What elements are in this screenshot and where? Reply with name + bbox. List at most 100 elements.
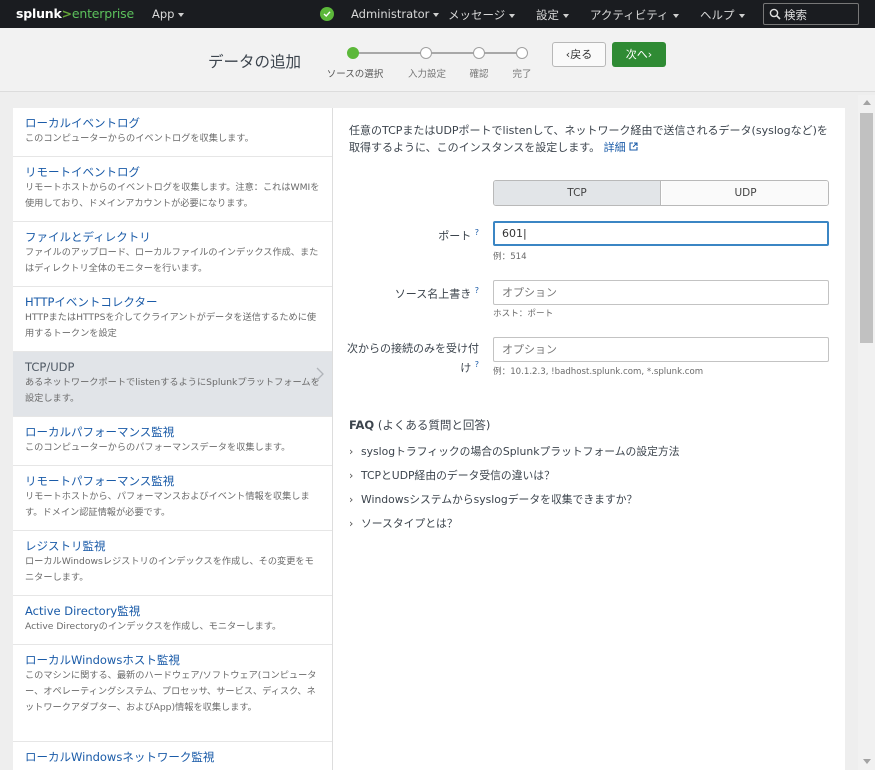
help-icon[interactable]: ?	[475, 286, 479, 295]
source-item-desc: リモートホストからのイベントログを収集します。注意：これはWMIを使用しており、…	[25, 182, 320, 209]
source-item-local-windows-network[interactable]: ローカルWindowsネットワーク監視	[13, 742, 332, 770]
chevron-right-icon: ›	[647, 48, 653, 61]
text-cursor: |	[523, 227, 527, 240]
accept-from-label: 次からの接続のみを受け付け ?	[339, 341, 479, 377]
scroll-up-icon[interactable]	[863, 100, 871, 105]
admin-menu[interactable]: Administrator	[351, 7, 440, 21]
step-label-review: 確認	[469, 69, 489, 80]
source-item-name: ローカルWindowsホスト監視	[25, 653, 180, 667]
settings-menu-label: 設定	[536, 8, 559, 22]
source-item-registry[interactable]: レジストリ監視 ローカルWindowsレジストリのインデックスを作成し、その変更…	[13, 531, 332, 596]
splunk-logo[interactable]: splunk>enterprise	[16, 6, 134, 21]
source-item-desc: ローカルWindowsレジストリのインデックスを作成し、その変更をモニターします…	[25, 556, 314, 583]
step-dot-select-source	[347, 47, 359, 59]
protocol-tcp-button[interactable]: TCP	[494, 181, 661, 205]
chevron-right-icon	[316, 366, 324, 385]
source-name-label: ソース名上書き ?	[339, 283, 479, 303]
source-item-desc: Active Directoryのインデックスを作成し、モニターします。	[25, 621, 282, 632]
page-title: データの追加	[208, 53, 302, 71]
faq-title-bold: FAQ	[349, 418, 375, 432]
faq-item[interactable]: › syslogトラフィックの場合のSplunkプラットフォームの設定方法	[349, 443, 680, 459]
chevron-down-icon	[178, 12, 185, 17]
source-item-name: ファイルとディレクトリ	[25, 230, 151, 244]
source-item-tcp-udp[interactable]: TCP/UDP あるネットワークポートでlistenするようにSplunkプラッ…	[13, 352, 332, 417]
source-item-desc: HTTPまたはHTTPSを介してクライアントがデータを送信するために使用するトー…	[25, 312, 317, 339]
chevron-right-icon: ›	[349, 493, 354, 506]
port-field[interactable]: 601|	[493, 221, 829, 246]
messages-menu-label: メッセージ	[448, 8, 506, 22]
help-icon[interactable]: ?	[475, 228, 479, 237]
activity-menu-label: アクティビティ	[590, 8, 669, 22]
search-placeholder: 検索	[784, 8, 807, 22]
accept-from-label-line1: 次からの接続のみを受け付	[347, 342, 479, 355]
help-icon[interactable]: ?	[475, 360, 479, 369]
source-name-override-field[interactable]: オプション	[493, 280, 829, 305]
next-button[interactable]: 次へ›	[612, 42, 666, 67]
back-button-label: 戻る	[570, 48, 593, 61]
scrollbar-thumb[interactable]	[860, 113, 873, 343]
activity-menu[interactable]: アクティビティ	[590, 7, 679, 23]
panel-intro-text: 任意のTCPまたはUDPポートでlistenして、ネットワーク経由で送信されるデ…	[349, 124, 828, 154]
accept-connections-field[interactable]: オプション	[493, 337, 829, 362]
chevron-right-icon: ›	[349, 469, 354, 482]
help-menu-label: ヘルプ	[700, 8, 735, 22]
source-item-name: ローカルパフォーマンス監視	[25, 425, 175, 439]
port-hint: 例：514	[493, 252, 527, 262]
search-icon	[769, 8, 781, 23]
panel-intro: 任意のTCPまたはUDPポートでlistenして、ネットワーク経由で送信されるデ…	[349, 122, 835, 156]
source-item-desc: リモートホストから、パフォーマンスおよびイベント情報を収集します。ドメイン認証情…	[25, 491, 310, 518]
admin-menu-label: Administrator	[351, 7, 430, 21]
chevron-down-icon	[672, 13, 679, 18]
source-item-name: HTTPイベントコレクター	[25, 295, 158, 309]
back-button[interactable]: ‹戻る	[552, 42, 606, 67]
tcp-udp-settings-panel: 任意のTCPまたはUDPポートでlistenして、ネットワーク経由で送信されるデ…	[333, 108, 845, 770]
help-menu[interactable]: ヘルプ	[700, 7, 745, 23]
settings-menu[interactable]: 設定	[536, 7, 569, 23]
page-scrollbar[interactable]	[858, 95, 875, 770]
health-status-icon[interactable]	[320, 7, 334, 21]
step-connector	[359, 52, 519, 54]
logo-main: splunk	[16, 6, 62, 21]
main-content: ローカルイベントログ このコンピューターからのイベントログを収集します。 リモー…	[13, 108, 845, 770]
next-button-label: 次へ	[625, 48, 648, 61]
source-item-name: ローカルWindowsネットワーク監視	[25, 750, 215, 764]
port-value: 601	[502, 227, 523, 240]
scroll-down-icon[interactable]	[863, 759, 871, 764]
source-item-remote-performance[interactable]: リモートパフォーマンス監視 リモートホストから、パフォーマンスおよびイベント情報…	[13, 466, 332, 531]
accept-from-label-line2: け	[460, 361, 472, 375]
step-dot-input-settings	[420, 47, 432, 59]
app-menu[interactable]: App	[152, 7, 185, 21]
step-dot-done	[516, 47, 528, 59]
faq-item-text: Windowsシステムからsyslogデータを収集できますか？	[361, 493, 638, 506]
source-item-desc: このコンピューターからのパフォーマンスデータを収集します。	[25, 442, 291, 453]
faq-item-text: syslogトラフィックの場合のSplunkプラットフォームの設定方法	[361, 445, 680, 458]
step-label-select-source: ソースの選択	[326, 69, 384, 80]
faq-item-text: ソースタイプとは？	[361, 517, 458, 530]
accept-from-placeholder: オプション	[502, 343, 557, 356]
source-item-local-performance[interactable]: ローカルパフォーマンス監視 このコンピューターからのパフォーマンスデータを収集し…	[13, 417, 332, 466]
port-label: ポート ?	[339, 225, 479, 245]
messages-menu[interactable]: メッセージ	[448, 7, 516, 23]
source-item-remote-event-log[interactable]: リモートイベントログ リモートホストからのイベントログを収集します。注意：これは…	[13, 157, 332, 222]
wizard-steps: ソースの選択 入力設定 確認 完了	[324, 44, 544, 84]
logo-sub: enterprise	[71, 6, 134, 21]
faq-item[interactable]: › TCPとUDP経由のデータ受信の違いは？	[349, 467, 555, 483]
faq-item[interactable]: › Windowsシステムからsyslogデータを収集できますか？	[349, 491, 637, 507]
faq-item[interactable]: › ソースタイプとは？	[349, 515, 458, 531]
learn-more-link[interactable]: 詳細	[604, 141, 639, 154]
source-item-name: リモートパフォーマンス監視	[25, 474, 175, 488]
source-item-name: TCP/UDP	[25, 360, 75, 374]
search-input[interactable]: 検索	[763, 3, 859, 25]
top-nav-bar: splunk>enterprise App Administrator メッセー…	[0, 0, 875, 28]
source-item-active-directory[interactable]: Active Directory監視 Active Directoryのインデッ…	[13, 596, 332, 645]
protocol-udp-button[interactable]: UDP	[662, 181, 828, 205]
app-menu-label: App	[152, 7, 175, 21]
source-item-name: レジストリ監視	[25, 539, 106, 553]
wizard-header: データの追加 ソースの選択 入力設定 確認 完了 ‹戻る 次へ›	[0, 28, 875, 92]
source-item-local-windows-host[interactable]: ローカルWindowsホスト監視 このマシンに関する、最新のハードウェア/ソフト…	[13, 645, 332, 742]
source-item-files-directories[interactable]: ファイルとディレクトリ ファイルのアップロード、ローカルファイルのインデックス作…	[13, 222, 332, 287]
source-item-local-event-log[interactable]: ローカルイベントログ このコンピューターからのイベントログを収集します。	[13, 108, 332, 157]
source-item-http-event-collector[interactable]: HTTPイベントコレクター HTTPまたはHTTPSを介してクライアントがデータ…	[13, 287, 332, 352]
port-label-text: ポート	[438, 229, 472, 243]
learn-more-label: 詳細	[603, 141, 626, 154]
